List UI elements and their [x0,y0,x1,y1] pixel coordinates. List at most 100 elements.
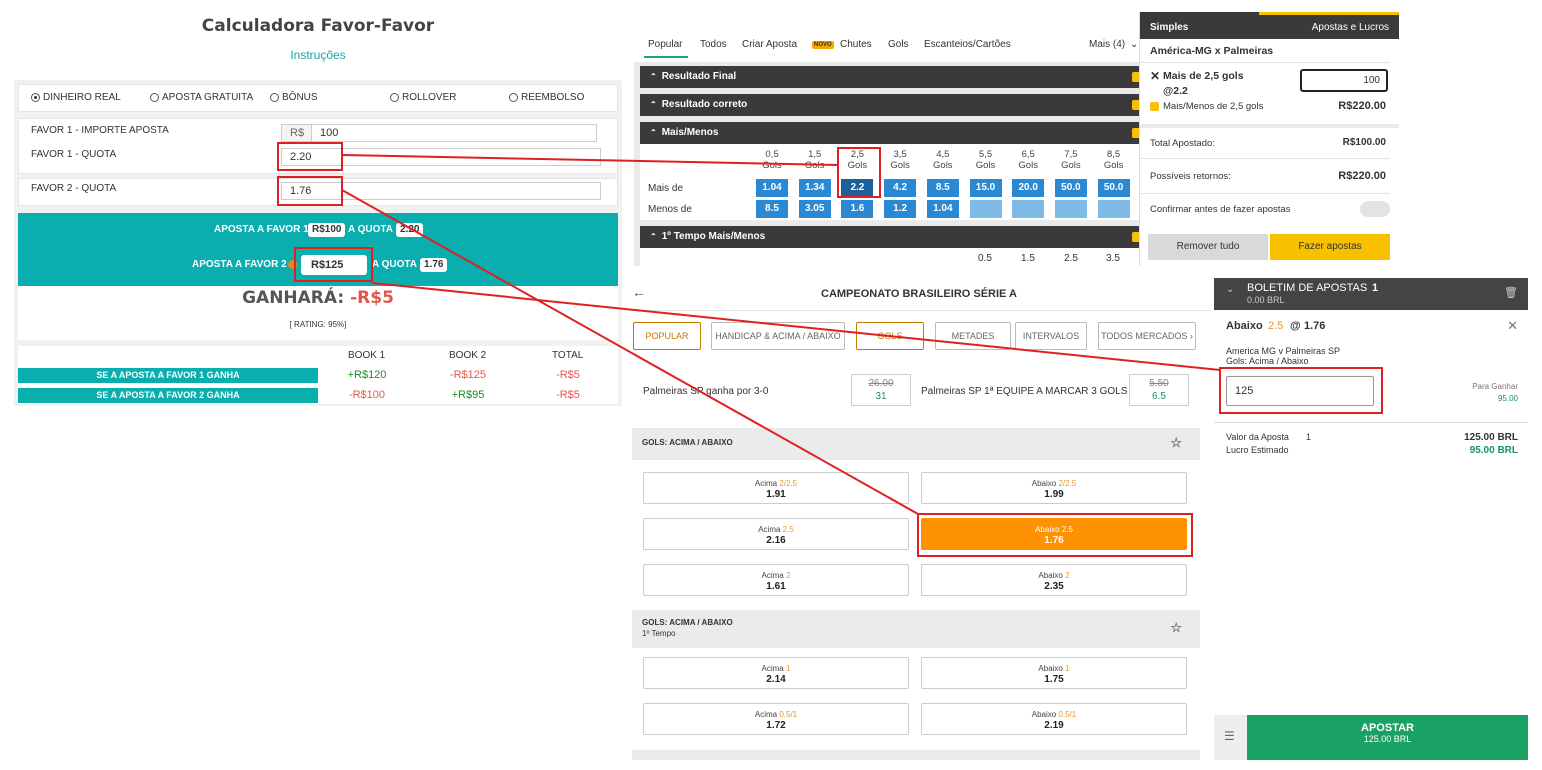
favor1-odd-label: FAVOR 1 - QUOTA [31,149,117,160]
th-book1: BOOK 1 [348,350,386,361]
slip-apostas-lucros[interactable]: Apostas e Lucros [1312,22,1389,33]
slip-market: Mais/Menos de 2,5 gols [1163,101,1264,112]
radio-bonus[interactable]: BÔNUS [270,92,318,103]
pill-gols[interactable]: GOLS [856,322,924,350]
over-odd-button[interactable]: 2.2 [841,179,874,197]
odd-button[interactable]: Acima 2.5 2.16 [643,518,909,550]
section-resultado-final[interactable]: ⌃ Resultado Final [640,66,1142,88]
confirm-label: Confirmar antes de fazer apostas [1150,204,1291,215]
odd-button[interactable]: Abaixo 2/2.5 1.99 [921,472,1187,504]
promo1-odd[interactable]: 26.00 31 [851,374,911,406]
star-icon[interactable]: ☆ [1170,620,1182,636]
pill-handicap[interactable]: HANDICAP & ACIMA / ABAIXO [711,322,845,350]
sliders-icon[interactable]: ☰ [1224,729,1235,743]
table-cell: +R$120 [347,369,387,381]
tab-criar-aposta[interactable]: Criar Aposta [742,39,797,50]
over-odd-button[interactable]: 1.04 [756,179,788,197]
under-odd-button[interactable]: 1.2 [884,200,917,218]
odd-button[interactable]: Acima 2 1.61 [643,564,909,596]
bookmaker2-betslip: ⌄ BOLETIM DE APOSTAS 1 0.00 BRL 🗑 Abaixo… [1214,278,1528,760]
possible-label: Possíveis retornos: [1150,171,1231,182]
section-goals-over-under: GOLS: ACIMA / ABAIXO ☆ [632,428,1200,460]
table-row-label: SE A APOSTA A FAVOR 1 GANHA [18,368,318,383]
goal-header: 2,5 Gols [847,149,868,171]
place-bet-button[interactable]: Fazer apostas [1270,234,1390,260]
pill-intervalos[interactable]: INTERVALOS [1015,322,1087,350]
first-half-row: 0.5 1.5 2.5 3.5 [640,248,1142,266]
tab-more[interactable]: Mais (4) [1089,39,1125,50]
slip-simples[interactable]: Simples [1150,22,1188,33]
section-resultado-correto[interactable]: ⌃ Resultado correto [640,94,1142,116]
calculator-panel: Calculadora Favor-Favor Instruções DINHE… [0,0,630,420]
over-odd-button[interactable]: 20.0 [1012,179,1045,197]
selection-match: America MG v Palmeiras SP [1226,346,1341,356]
odd-button[interactable]: Abaixo 2.5 1.76 [921,518,1187,550]
favor2-odd-input[interactable]: 1.76 [281,182,601,200]
bet1-label: APOSTA A FAVOR 1 [214,224,309,235]
total-label: Total Apostado: [1150,138,1215,149]
remove-all-button[interactable]: Remover tudo [1148,234,1268,260]
radio-refund[interactable]: REEMBOLSO [509,92,584,103]
under-odd-button[interactable] [1012,200,1045,218]
goal-header: 8,5 Gols [1103,149,1124,171]
mode-radio-group: DINHEIRO REAL APOSTA GRATUITA BÔNUS ROLL… [18,84,618,112]
under-odd-button[interactable] [1054,200,1087,218]
section-mais-menos[interactable]: ⌃ Mais/Menos [640,122,1142,144]
trash-icon[interactable]: 🗑 [1504,286,1518,299]
result-box: GANHARÁ: -R$5 [ RATING: 95%] [18,286,618,340]
goal-header: 1,5 Gols [804,149,825,171]
over-odd-button[interactable]: 50.0 [1097,179,1130,197]
favor1-odd-input[interactable]: 2.20 [281,148,601,166]
over-odd-button[interactable]: 1.34 [798,179,831,197]
over-odd-button[interactable]: 15.0 [969,179,1002,197]
favor1-stake-input[interactable]: 100 [311,124,597,142]
goal-header: 3,5 Gols [890,149,910,171]
to-win-value: 95.00 [1497,394,1518,403]
half-goal: 3.5 [1106,253,1120,264]
odd-button[interactable]: Acima 1 2.14 [643,657,909,689]
odd-button[interactable]: Acima 0.5/1 1.72 [643,703,909,735]
stake-input[interactable]: 125 [1226,376,1374,406]
pill-todos-mercados[interactable]: TODOS MERCADOS › [1098,322,1196,350]
radio-free-bet[interactable]: APOSTA GRATUITA [150,92,253,103]
betslip-accent [1259,12,1399,15]
tab-gols[interactable]: Gols [888,39,909,50]
tab-escanteios[interactable]: Escanteios/Cartões [924,39,1011,50]
instructions-link[interactable]: Instruções [0,48,636,62]
under-odd-button[interactable] [969,200,1002,218]
bet-summary-box: APOSTA A FAVOR 1 R$100 A QUOTA 2.20 APOS… [18,213,618,286]
over-odd-button[interactable]: 8.5 [926,179,959,197]
under-odd-button[interactable]: 3.05 [798,200,831,218]
close-icon[interactable]: ✕ [1150,69,1160,83]
tab-popular[interactable]: Popular [648,39,682,50]
betslip-header: Simples Apostas e Lucros [1140,12,1399,39]
pill-popular[interactable]: POPULAR [633,322,701,350]
tab-chutes[interactable]: Chutes [840,39,872,50]
pill-metades[interactable]: METADES [935,322,1011,350]
promo1-text: Palmeiras SP ganha por 3-0 [643,386,769,397]
star-icon[interactable]: ☆ [1170,435,1182,451]
odd-button[interactable]: Abaixo 2 2.35 [921,564,1187,596]
promo2-odd[interactable]: 5.50 6.5 [1129,374,1189,406]
over-odd-button[interactable]: 4.2 [884,179,917,197]
section-first-half[interactable]: ⌃ 1º Tempo Mais/Menos [640,226,1142,248]
radio-rollover[interactable]: ROLLOVER [390,92,456,103]
under-odd-button[interactable] [1097,200,1130,218]
slip-stake-input[interactable]: 100 [1300,69,1388,92]
radio-dot-icon [270,93,279,102]
over-odd-button[interactable]: 50.0 [1054,179,1087,197]
betslip2-footer: ☰ APOSTAR 125.00 BRL [1214,715,1528,760]
odd-button[interactable]: Abaixo 0.5/1 2.19 [921,703,1187,735]
under-odd-button[interactable]: 1.04 [926,200,959,218]
confirm-toggle[interactable] [1360,201,1390,217]
tab-todos[interactable]: Todos [700,39,727,50]
odd-button[interactable]: Abaixo 1 1.75 [921,657,1187,689]
under-odd-button[interactable]: 1.6 [841,200,874,218]
th-total: TOTAL [552,350,584,361]
close-icon[interactable]: ✕ [1507,318,1518,334]
under-odd-button[interactable]: 8.5 [756,200,788,218]
radio-real-money[interactable]: DINHEIRO REAL [31,92,121,103]
odd-button[interactable]: Acima 2/2.5 1.91 [643,472,909,504]
apostar-button[interactable]: APOSTAR 125.00 BRL [1247,715,1528,760]
chevron-down-icon[interactable]: ⌄ [1226,284,1234,295]
